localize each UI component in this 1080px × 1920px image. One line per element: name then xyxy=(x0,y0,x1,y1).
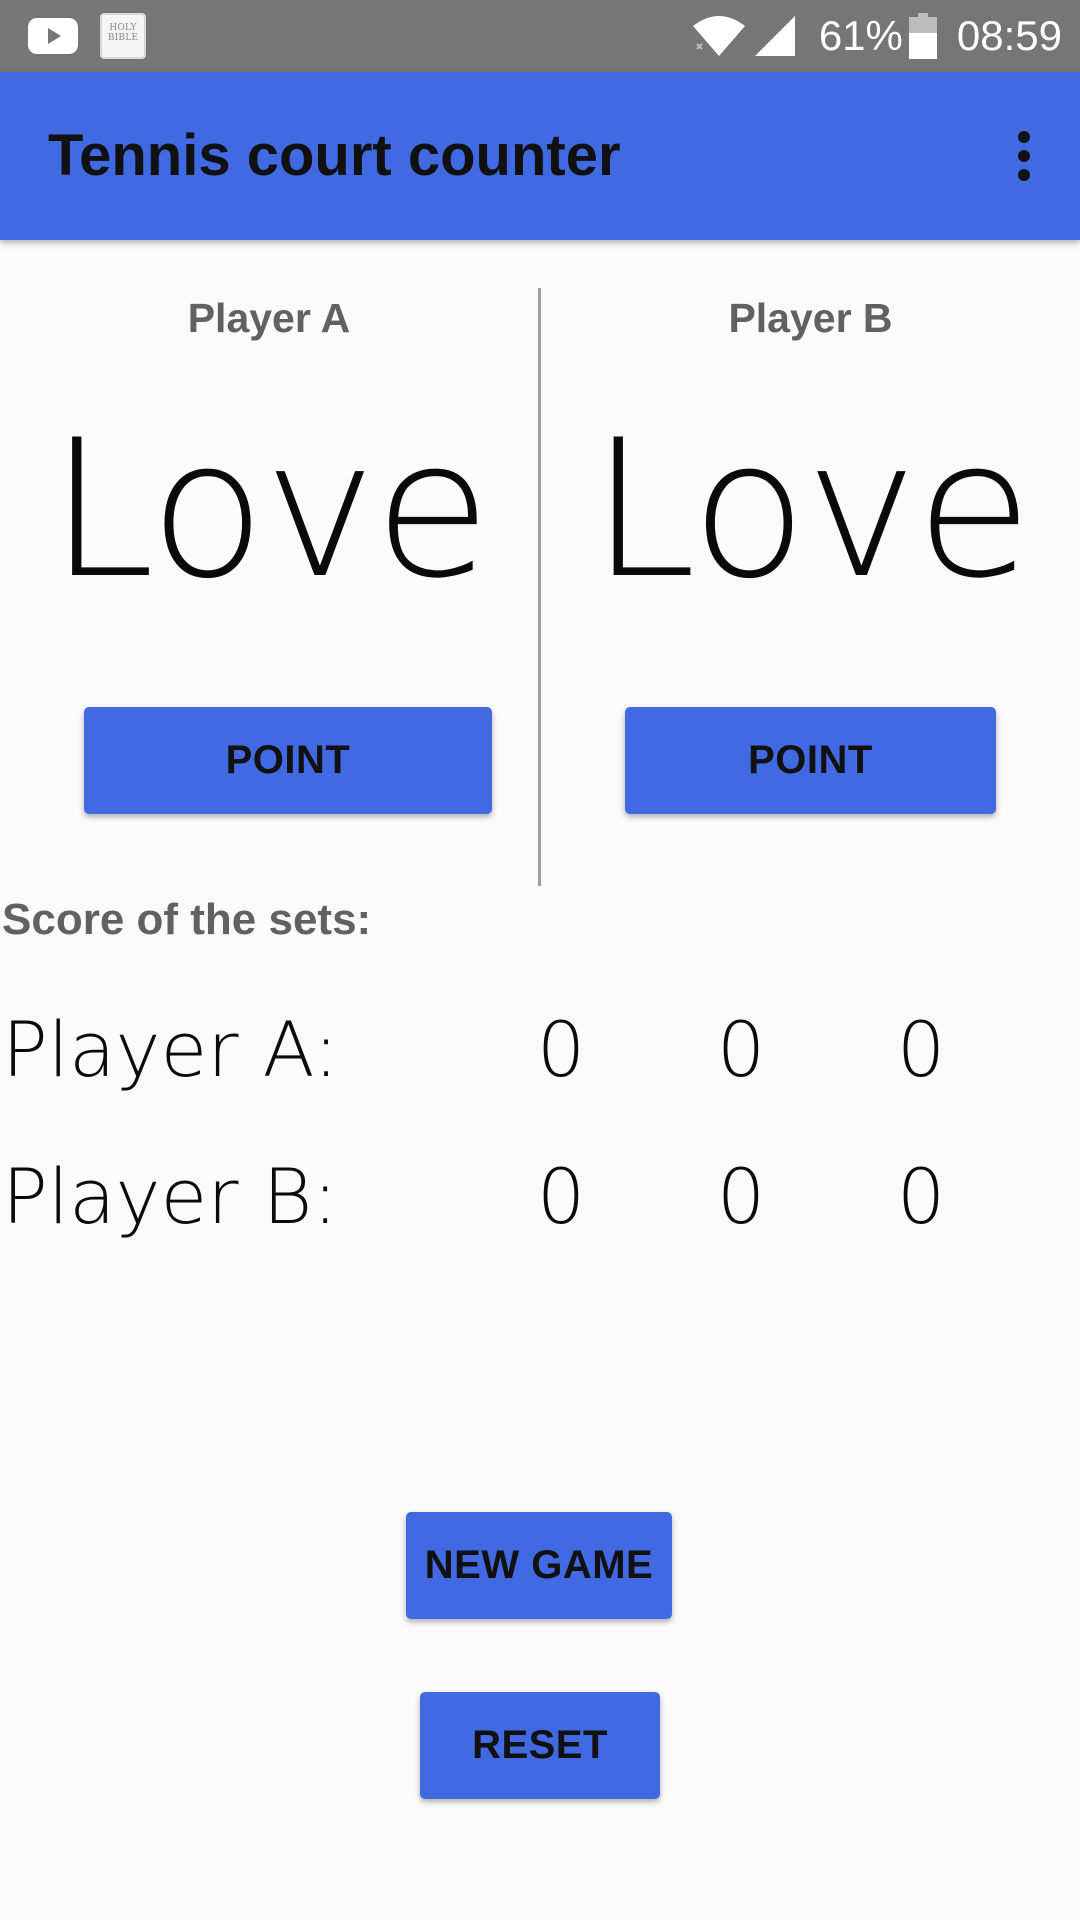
reset-button[interactable]: RESET xyxy=(420,1692,660,1799)
overflow-dot xyxy=(1018,150,1030,162)
status-bar-right: 61% 08:59 xyxy=(691,0,1062,72)
overflow-dot xyxy=(1018,131,1030,143)
sets-row-b-set-1: 0 xyxy=(536,1152,586,1241)
player-a-score: Love xyxy=(48,399,491,620)
sets-row-a-set-3: 0 xyxy=(896,1005,946,1094)
clock: 08:59 xyxy=(956,12,1062,59)
player-b-label: Player B xyxy=(728,295,893,341)
battery-icon xyxy=(908,13,937,59)
wifi-icon xyxy=(692,16,745,56)
overflow-menu-icon[interactable] xyxy=(996,128,1052,184)
status-bar-left: HOLY BIBLE xyxy=(28,13,146,59)
sets-row-b-set-2: 0 xyxy=(716,1152,766,1241)
cell-signal-icon xyxy=(754,16,795,56)
overflow-dot xyxy=(1018,169,1030,181)
player-a-point-button[interactable]: POINT xyxy=(84,707,492,814)
sets-row-a-label: Player A: xyxy=(2,1005,339,1094)
sets-title: Score of the sets: xyxy=(2,895,372,944)
new-game-button[interactable]: NEW GAME xyxy=(406,1512,672,1619)
app-bar: Tennis court counter xyxy=(0,72,1080,240)
player-b-score: Love xyxy=(590,399,1032,620)
sets-row-b-label: Player B: xyxy=(2,1152,339,1241)
sets-row-a-set-2: 0 xyxy=(716,1005,766,1094)
battery-percent: 61% xyxy=(818,12,903,59)
app-title: Tennis court counter xyxy=(48,123,621,188)
youtube-notification-icon xyxy=(28,18,78,54)
player-b-point-button[interactable]: POINT xyxy=(625,707,996,814)
bible-app-notification-icon: HOLY BIBLE xyxy=(100,13,146,59)
player-a-label: Player A xyxy=(187,295,351,341)
status-bar: HOLY BIBLE 61% 08:59 xyxy=(0,0,1080,72)
sets-row-a-set-1: 0 xyxy=(536,1005,586,1094)
sets-row-b-set-3: 0 xyxy=(896,1152,946,1241)
